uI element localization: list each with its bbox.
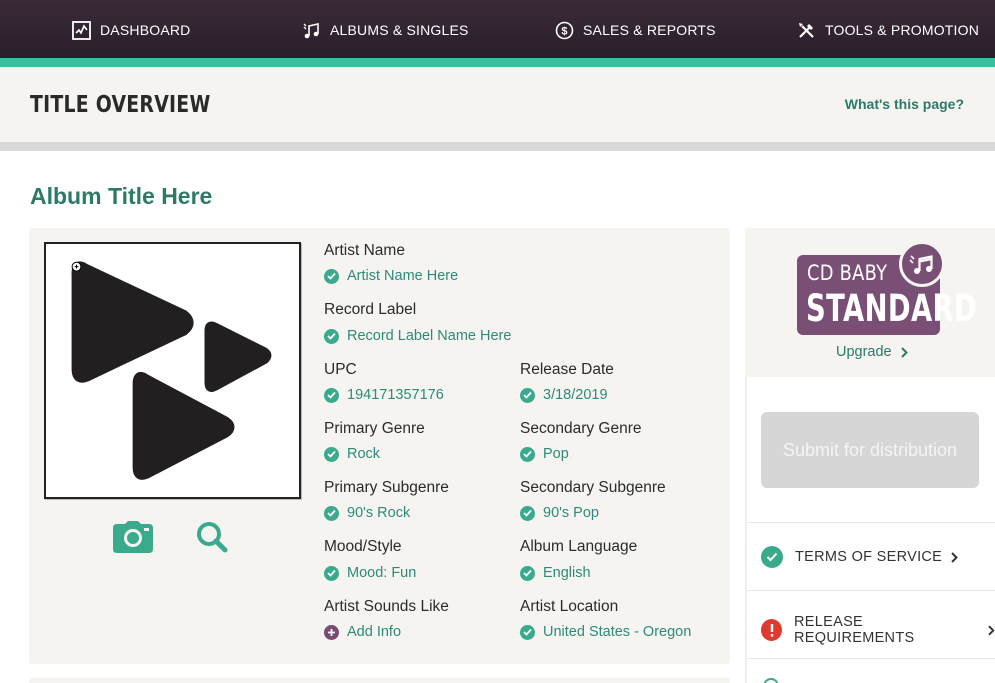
top-nav: DASHBOARD ALBUMS & SINGLES $ SALES & REP… (0, 0, 995, 58)
svg-text:$: $ (561, 25, 567, 37)
placeholder-artwork-image (46, 244, 299, 497)
sidebar-border (745, 377, 747, 683)
nav-albums[interactable]: ALBUMS & SINGLES (302, 19, 469, 41)
release-date-value[interactable]: 3/18/2019 (520, 387, 608, 403)
zoom-search-icon[interactable] (196, 521, 228, 558)
artist-sounds-like-text: Add Info (347, 624, 401, 640)
upc-text: 194171357176 (347, 387, 444, 403)
secondary-genre-text: Pop (543, 446, 569, 462)
nav-sales[interactable]: $ SALES & REPORTS (555, 19, 716, 41)
artist-name-text: Artist Name Here (347, 268, 458, 284)
upc-value[interactable]: 194171357176 (324, 387, 444, 403)
release-requirements-item[interactable]: RELEASE REQUIREMENTS (761, 614, 995, 646)
artist-sounds-like-add[interactable]: Add Info (324, 624, 401, 640)
check-icon (520, 625, 535, 640)
check-icon (520, 388, 535, 403)
artist-sounds-like-label: Artist Sounds Like (324, 598, 449, 616)
primary-genre-label: Primary Genre (324, 420, 425, 438)
chevron-right-icon (951, 552, 958, 563)
primary-genre-value[interactable]: Rock (324, 446, 380, 462)
sidebar-divider (747, 590, 995, 591)
record-label-label: Record Label (324, 301, 416, 319)
nav-accent-bar (0, 58, 995, 67)
nav-albums-label: ALBUMS & SINGLES (330, 22, 469, 38)
nav-dashboard[interactable]: DASHBOARD (72, 19, 190, 41)
artist-location-text: United States - Oregon (543, 624, 691, 640)
record-label-value[interactable]: Record Label Name Here (324, 328, 511, 344)
tools-icon (797, 21, 816, 40)
divider-bar (0, 142, 995, 151)
release-date-label: Release Date (520, 361, 614, 379)
nav-sales-label: SALES & REPORTS (583, 22, 716, 38)
submit-for-distribution-button[interactable]: Submit for distribution (761, 412, 979, 488)
page-title: TITLE OVERVIEW (30, 92, 210, 118)
check-icon (520, 447, 535, 462)
album-title: Album Title Here (30, 183, 212, 210)
error-icon (761, 619, 782, 641)
primary-subgenre-value[interactable]: 90's Rock (324, 505, 410, 521)
release-date-text: 3/18/2019 (543, 387, 608, 403)
plan-badge-tier: STANDARD (806, 287, 977, 330)
check-icon (324, 388, 339, 403)
chevron-right-icon (901, 347, 908, 358)
nav-tools-label: TOOLS & PROMOTION (825, 22, 979, 38)
check-circle-icon (761, 546, 783, 568)
artist-location-label: Artist Location (520, 598, 618, 616)
terms-of-service-label: TERMS OF SERVICE (795, 549, 942, 565)
check-icon (520, 506, 535, 521)
sidebar-divider (747, 658, 995, 659)
check-icon (324, 447, 339, 462)
upc-label: UPC (324, 361, 357, 379)
nav-dashboard-label: DASHBOARD (100, 22, 190, 38)
whats-this-page-link[interactable]: What's this page? (845, 96, 964, 112)
mood-style-text: Mood: Fun (347, 565, 416, 581)
camera-icon[interactable] (113, 521, 153, 558)
release-requirements-label: RELEASE REQUIREMENTS (794, 614, 979, 646)
dollar-circle-icon: $ (555, 21, 574, 40)
terms-of-service-item[interactable]: TERMS OF SERVICE (761, 546, 958, 568)
dashboard-icon (72, 21, 91, 40)
music-notes-icon (899, 241, 945, 287)
mood-style-label: Mood/Style (324, 538, 402, 556)
secondary-subgenre-value[interactable]: 90's Pop (520, 505, 599, 521)
check-icon (324, 269, 339, 284)
mood-style-value[interactable]: Mood: Fun (324, 565, 416, 581)
primary-subgenre-label: Primary Subgenre (324, 479, 449, 497)
check-icon (324, 566, 339, 581)
secondary-genre-value[interactable]: Pop (520, 446, 569, 462)
secondary-subgenre-label: Secondary Subgenre (520, 479, 666, 497)
secondary-genre-label: Secondary Genre (520, 420, 642, 438)
album-artwork[interactable] (44, 242, 301, 499)
album-language-text: English (543, 565, 591, 581)
next-panel-edge (29, 678, 730, 683)
upgrade-label: Upgrade (836, 344, 892, 360)
chevron-right-icon (988, 625, 995, 636)
nav-tools[interactable]: TOOLS & PROMOTION (797, 19, 979, 41)
record-label-text: Record Label Name Here (347, 328, 511, 344)
album-language-label: Album Language (520, 538, 637, 556)
artist-name-value[interactable]: Artist Name Here (324, 268, 458, 284)
sidebar-divider (747, 522, 995, 523)
check-icon (520, 566, 535, 581)
check-icon (324, 329, 339, 344)
secondary-subgenre-text: 90's Pop (543, 505, 599, 521)
upgrade-link[interactable]: Upgrade (836, 344, 908, 360)
artist-name-label: Artist Name (324, 242, 405, 260)
artist-location-value[interactable]: United States - Oregon (520, 624, 691, 640)
primary-genre-text: Rock (347, 446, 380, 462)
check-icon (324, 506, 339, 521)
plan-badge-brand: CD BABY (807, 261, 887, 285)
album-language-value[interactable]: English (520, 565, 591, 581)
music-notes-icon (302, 21, 321, 40)
plus-icon (324, 625, 339, 640)
primary-subgenre-text: 90's Rock (347, 505, 410, 521)
